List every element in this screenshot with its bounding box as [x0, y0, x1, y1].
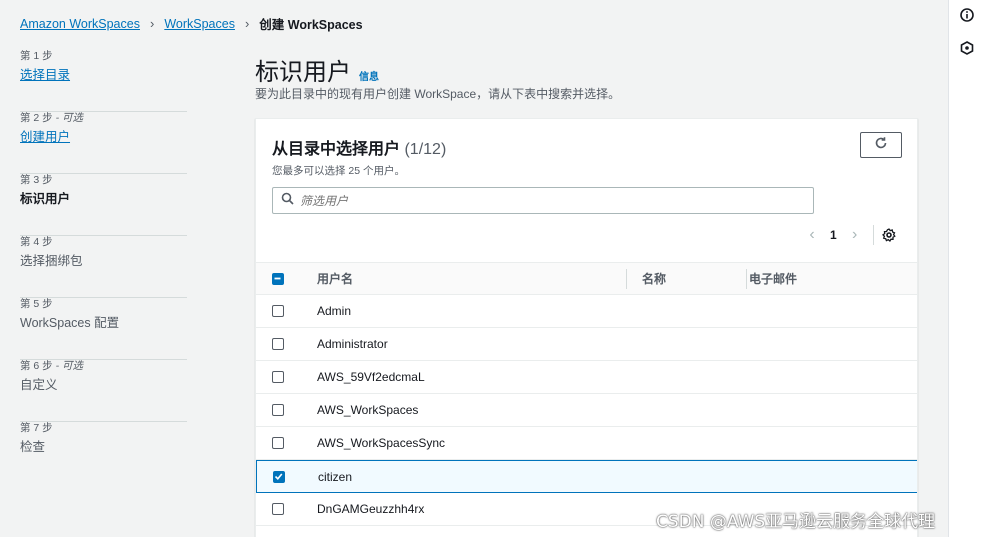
- chevron-right-icon[interactable]: ›: [847, 226, 863, 244]
- column-header-name[interactable]: 名称: [642, 270, 666, 287]
- column-divider: [626, 269, 627, 289]
- column-divider: [746, 269, 747, 289]
- step-title: WorkSpaces 配置: [20, 316, 120, 330]
- wizard-step-6: 第 6 步 - 可选 自定义: [20, 360, 187, 422]
- step-title: 检查: [20, 440, 46, 454]
- page-title-text: 标识用户: [255, 59, 351, 86]
- column-header-email[interactable]: 电子邮件: [749, 270, 797, 287]
- row-checkbox[interactable]: [273, 470, 285, 483]
- step-number: 第 2 步 - 可选: [20, 112, 187, 125]
- row-checkbox[interactable]: [272, 371, 284, 383]
- step-number-text: 第 1 步: [20, 50, 53, 62]
- step-number-text: 第 5 步: [20, 298, 53, 310]
- cell-username: AWS_WorkSpacesSync: [317, 436, 446, 450]
- step-number-text: 第 4 步: [20, 236, 53, 248]
- user-filter-search[interactable]: [272, 187, 814, 214]
- selection-count: (1/12): [404, 141, 447, 158]
- wizard-steps: 第 1 步选择目录第 2 步 - 可选 创建用户第 3 步标识用户第 4 步选择捆…: [20, 50, 187, 484]
- wizard-step-2[interactable]: 第 2 步 - 可选 创建用户: [20, 112, 187, 174]
- pager-divider: [872, 225, 874, 245]
- wizard-step-1[interactable]: 第 1 步选择目录: [20, 50, 187, 112]
- hexagon-icon[interactable]: [959, 40, 975, 56]
- wizard-step-4: 第 4 步选择捆绑包: [20, 236, 187, 298]
- row-checkbox[interactable]: [272, 305, 284, 317]
- breadcrumb-link-workspaces[interactable]: WorkSpaces: [164, 17, 235, 31]
- panel-title-text: 从目录中选择用户: [272, 141, 401, 158]
- chevron-right-icon: ›: [244, 16, 250, 31]
- page-description: 要为此目录中的现有用户创建 WorkSpace，请从下表中搜索并选择。: [255, 87, 621, 101]
- cell-username: AWS_59Vf2edcmaL: [317, 370, 425, 384]
- step-number: 第 1 步: [20, 50, 187, 63]
- cell-username: AWS_WorkSpaces: [317, 403, 419, 417]
- row-checkbox[interactable]: [272, 404, 284, 416]
- table-row[interactable]: Administrator: [256, 328, 917, 361]
- table-row[interactable]: Admin: [256, 295, 917, 328]
- cell-username: DnGAMGeuzzhh4rx: [317, 502, 425, 516]
- row-checkbox[interactable]: [272, 437, 284, 449]
- users-table-panel: 从目录中选择用户 (1/12) 您最多可以选择 25 个用户。 ‹ 1 ›: [255, 118, 918, 537]
- refresh-icon: [874, 136, 888, 155]
- step-title: 选择捆绑包: [20, 254, 83, 268]
- panel-header: 从目录中选择用户 (1/12) 您最多可以选择 25 个用户。: [272, 135, 446, 178]
- table-row[interactable]: AWS_59Vf2edcmaL: [256, 361, 917, 394]
- step-optional-label: - 可选: [52, 112, 84, 124]
- step-number-text: 第 7 步: [20, 422, 53, 434]
- pagination: ‹ 1 ›: [804, 225, 896, 245]
- step-title: 自定义: [20, 378, 58, 392]
- step-title[interactable]: 创建用户: [20, 129, 187, 145]
- step-optional-label: - 可选: [52, 360, 84, 372]
- step-number-text: 第 6 步: [20, 360, 53, 372]
- wizard-step-7: 第 7 步检查: [20, 422, 187, 484]
- breadcrumb-link-workspaces-service[interactable]: Amazon WorkSpaces: [20, 17, 140, 31]
- row-checkbox[interactable]: [272, 338, 284, 350]
- select-all-checkbox[interactable]: [272, 272, 284, 285]
- breadcrumb: Amazon WorkSpaces › WorkSpaces › 创建 Work…: [20, 14, 363, 33]
- current-page[interactable]: 1: [830, 228, 837, 242]
- row-checkbox[interactable]: [272, 503, 284, 515]
- search-input[interactable]: [300, 193, 780, 208]
- chevron-left-icon[interactable]: ‹: [804, 226, 820, 244]
- chevron-right-icon: ›: [149, 16, 155, 31]
- step-number-text: 第 3 步: [20, 174, 53, 186]
- gear-icon[interactable]: [881, 228, 896, 242]
- cell-username: Admin: [317, 304, 352, 318]
- panel-title: 从目录中选择用户 (1/12): [272, 135, 446, 159]
- step-number: 第 4 步: [20, 236, 187, 249]
- step-title[interactable]: 选择目录: [20, 67, 187, 83]
- right-tools-rail: [948, 0, 982, 537]
- page-title: 标识用户 信息: [255, 52, 379, 87]
- info-icon[interactable]: [959, 7, 975, 23]
- column-header-username[interactable]: 用户名: [317, 270, 353, 287]
- table-row[interactable]: AWS_WorkSpacesSync: [256, 427, 917, 460]
- table-row[interactable]: AWS_WorkSpaces: [256, 394, 917, 427]
- cell-username: Administrator: [317, 337, 388, 351]
- refresh-button[interactable]: [860, 132, 902, 158]
- table-body: Admin Administrator AWS_59Vf2edcmaL AWS_Wor…: [256, 295, 917, 526]
- step-number-text: 第 2 步: [20, 112, 53, 124]
- step-number: 第 3 步: [20, 174, 187, 187]
- wizard-step-3: 第 3 步标识用户: [20, 174, 187, 236]
- wizard-step-5: 第 5 步 WorkSpaces 配置: [20, 298, 187, 360]
- breadcrumb-current: 创建 WorkSpaces: [259, 18, 363, 32]
- table-header: 用户名 名称 电子邮件: [256, 262, 917, 295]
- step-number: 第 5 步: [20, 298, 187, 311]
- watermark: CSDN @AWS亚马逊云服务全球代理: [656, 512, 936, 532]
- step-title: 标识用户: [20, 192, 71, 206]
- cell-username: citizen: [318, 469, 353, 484]
- step-number: 第 7 步: [20, 422, 187, 435]
- search-icon: [281, 192, 294, 210]
- table-row[interactable]: citizen: [256, 460, 917, 493]
- users-table: 用户名 名称 电子邮件 Admin Administrator AWS_59Vf2e…: [256, 262, 917, 526]
- panel-subtitle: 您最多可以选择 25 个用户。: [272, 165, 406, 177]
- info-link[interactable]: 信息: [359, 68, 379, 83]
- step-number: 第 6 步 - 可选: [20, 360, 187, 373]
